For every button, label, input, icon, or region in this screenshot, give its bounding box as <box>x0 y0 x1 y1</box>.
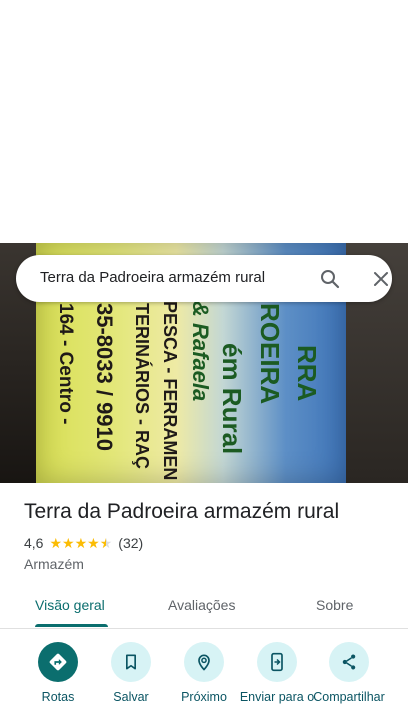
search-icon[interactable] <box>318 267 342 291</box>
place-title: Terra da Padroeira armazém rural <box>24 500 340 523</box>
photo-text: 35-8033 / 9910 <box>92 303 117 452</box>
half-star-icon: ★ <box>99 535 113 551</box>
directions-icon <box>38 642 78 682</box>
share-button[interactable]: Compartilhar <box>309 642 389 704</box>
tab-about[interactable]: Sobre <box>316 597 353 613</box>
star-icon: ★ <box>74 535 88 551</box>
star-rating: ★ ★ ★ ★ ★ <box>49 536 112 550</box>
directions-button[interactable]: Rotas <box>18 642 98 704</box>
review-count[interactable]: (32) <box>118 535 143 551</box>
close-icon[interactable] <box>369 267 393 291</box>
nearby-button[interactable]: Próximo <box>164 642 244 704</box>
photo-text: & Rafaela <box>188 301 213 402</box>
send-to-phone-icon <box>257 642 297 682</box>
search-input[interactable]: Terra da Padroeira armazém rural <box>40 269 265 286</box>
nearby-icon <box>184 642 224 682</box>
action-label: Enviar para o <box>239 690 315 704</box>
star-icon: ★ <box>62 535 75 551</box>
photo-text: 164 - Centro - <box>55 303 76 425</box>
action-label: Próximo <box>181 690 227 704</box>
photo-text: ém Rural <box>217 343 247 455</box>
save-button[interactable]: Salvar <box>91 642 171 704</box>
star-icon: ★ <box>49 535 63 551</box>
place-category: Armazém <box>24 556 84 572</box>
tab-bar: Visão geral Avaliações Sobre <box>0 585 408 629</box>
share-icon <box>329 642 369 682</box>
map-blank-area <box>0 0 408 243</box>
tab-overview[interactable]: Visão geral <box>35 597 105 613</box>
photo-text: TERINÁRIOS - RAÇ <box>132 303 152 469</box>
tab-indicator <box>35 624 108 627</box>
rating-row[interactable]: 4,6 ★ ★ ★ ★ ★ (32) <box>24 535 143 551</box>
action-label: Salvar <box>113 690 149 704</box>
photo-text: RRA <box>292 345 322 402</box>
bookmark-icon <box>111 642 151 682</box>
send-to-phone-button[interactable]: Enviar para o <box>237 642 317 704</box>
star-icon: ★ <box>87 535 100 551</box>
rating-value: 4,6 <box>24 535 44 551</box>
search-bar[interactable]: Terra da Padroeira armazém rural <box>16 255 392 302</box>
photo-text: ROEIRA <box>255 303 285 405</box>
photo-text: PESCA - FERRAMEN <box>160 301 180 481</box>
action-bar: Rotas Salvar Próximo Enviar para o Compa… <box>0 642 408 726</box>
action-label: Rotas <box>41 690 75 704</box>
tab-reviews[interactable]: Avaliações <box>168 597 235 613</box>
action-label: Compartilhar <box>313 690 385 704</box>
